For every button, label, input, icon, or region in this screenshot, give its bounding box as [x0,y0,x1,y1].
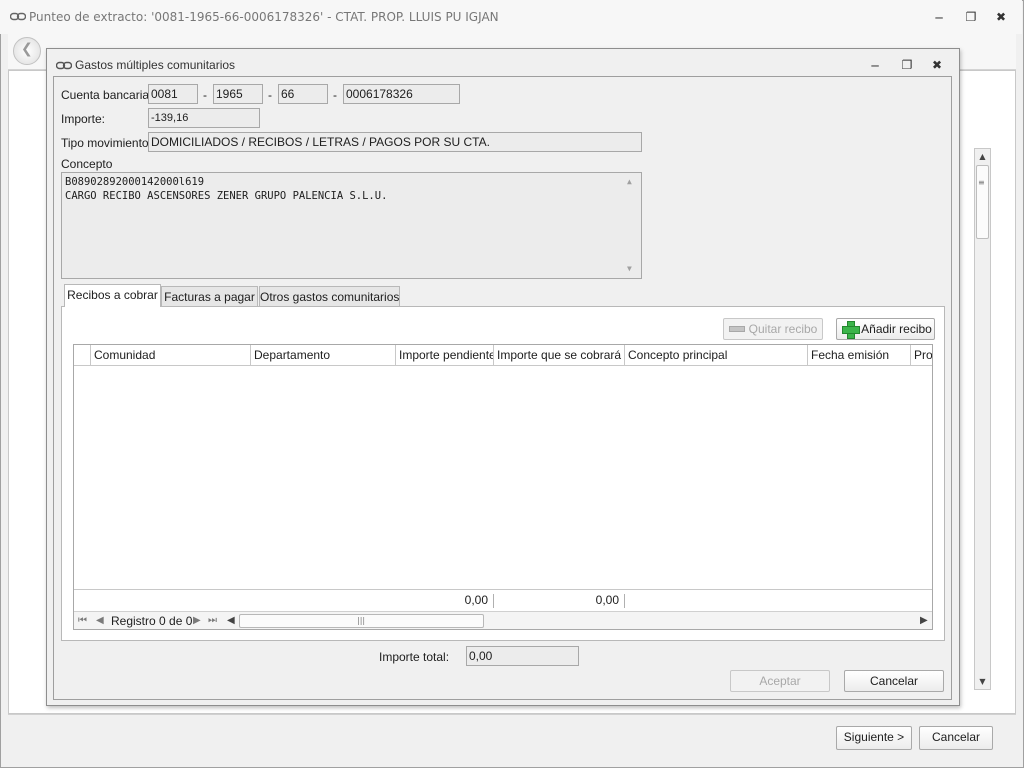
chain-link-icon [56,61,72,70]
horizontal-scrollbar-thumb[interactable]: ||| [239,614,484,628]
total-label: Importe total: [379,650,450,664]
tab-recibos-a-cobrar[interactable]: Recibos a cobrar [64,284,161,307]
separator: - [203,88,207,102]
first-record-icon[interactable]: ⏮ [78,613,87,629]
footer-separator [624,594,625,608]
main-window-title: Punteo de extracto: '0081-1965-66-000617… [29,10,499,24]
chain-link-icon [10,12,26,21]
tab-facturas-a-pagar[interactable]: Facturas a pagar [161,286,258,307]
movement-type-label: Tipo movimiento: [61,136,152,150]
close-icon: ✖ [931,58,943,72]
column-header[interactable]: Importe que se cobrará [494,345,625,366]
main-titlebar: Punteo de extracto: '0081-1965-66-000617… [0,0,1022,34]
accept-button[interactable]: Aceptar [730,670,830,692]
restore-icon: ❐ [965,10,977,24]
scroll-right-arrow-icon[interactable]: ▶ [920,613,928,629]
separator: - [268,88,272,102]
bank-entity-field[interactable]: 0081 [148,84,198,104]
scrollbar-thumb[interactable] [976,165,989,239]
concept-scrollbar[interactable]: ▲ ▼ [625,173,641,278]
bank-account-label: Cuenta bancaria: [61,88,153,102]
next-button[interactable]: Siguiente > [836,726,912,750]
grid-summary-footer: 0,00 0,00 [74,589,932,611]
grip-icon: ||| [357,616,366,625]
receipts-grid[interactable]: Comunidad Departamento Importe pendiente… [73,344,933,630]
scroll-up-arrow-icon[interactable]: ▲ [975,150,990,164]
dialog-restore-button[interactable]: ❐ [896,57,918,73]
remove-receipt-button[interactable]: Quitar recibo [723,318,823,340]
column-header[interactable]: Fecha emisión [808,345,911,366]
restore-button[interactable]: ❐ [960,9,982,25]
record-counter: Registro 0 de 0 [111,614,193,628]
concept-label: Concepto [61,157,113,171]
column-header[interactable]: Departamento [251,345,396,366]
dialog-title: Gastos múltiples comunitarios [75,58,236,72]
back-button[interactable]: ❮ [13,37,41,65]
vertical-scrollbar[interactable]: ▲ ≡ ▼ [974,148,991,690]
bank-dc-field[interactable]: 66 [278,84,328,104]
movement-type-field[interactable]: DOMICILIADOS / RECIBOS / LETRAS / PAGOS … [148,132,642,152]
grid-indicator-column [74,345,91,366]
restore-icon: ❐ [901,58,913,72]
main-cancel-button[interactable]: Cancelar [919,726,993,750]
dialog-cancel-button[interactable]: Cancelar [844,670,944,692]
concept-line: B08902892000142000l619 [65,176,205,188]
bank-account-number-field[interactable]: 0006178326 [343,84,460,104]
column-header[interactable]: Concepto principal [625,345,808,366]
plus-icon [842,321,860,339]
column-header[interactable]: Comunidad [91,345,251,366]
close-icon: ✖ [995,10,1007,24]
grid-header: Comunidad Departamento Importe pendiente… [74,345,932,366]
scroll-left-arrow-icon[interactable]: ◀ [227,613,235,629]
arrow-left-icon: ❮ [21,41,33,57]
last-record-icon[interactable]: ⏭ [208,613,217,629]
add-receipt-button[interactable]: Añadir recibo [836,318,935,340]
dialog-close-button[interactable]: ✖ [926,57,948,73]
scroll-up-arrow-icon[interactable]: ▲ [627,177,632,186]
minus-icon [729,326,745,332]
bank-office-field[interactable]: 1965 [213,84,263,104]
minimize-icon: ─ [935,11,943,25]
add-receipt-label: Añadir recibo [861,322,932,336]
concept-line: CARGO RECIBO ASCENSORES ZENER GRUPO PALE… [65,190,388,202]
column-header[interactable]: Prop [911,345,932,366]
dialog-minimize-button[interactable]: ─ [864,58,886,74]
scroll-down-arrow-icon[interactable]: ▼ [975,675,990,689]
grid-navigator: ⏮ ◀ Registro 0 de 0 ▶ ⏭ ◀ ||| ▶ [74,611,932,629]
total-field[interactable]: 0,00 [466,646,579,666]
amount-field[interactable]: -139,16 [148,108,260,128]
concept-memo[interactable]: B08902892000142000l619 CARGO RECIBO ASCE… [61,172,642,279]
tab-otros-gastos[interactable]: Otros gastos comunitarios [259,286,400,307]
to-collect-total: 0,00 [595,593,619,607]
remove-receipt-label: Quitar recibo [748,322,818,336]
next-record-icon[interactable]: ▶ [193,613,201,629]
amount-label: Importe: [61,112,106,126]
grip-icon: ≡ [978,178,985,187]
minimize-icon: ─ [871,59,879,73]
pending-total: 0,00 [464,593,488,607]
scroll-down-arrow-icon[interactable]: ▼ [627,264,632,273]
column-header[interactable]: Importe pendiente [396,345,494,366]
close-button[interactable]: ✖ [990,9,1012,25]
separator: - [333,88,337,102]
minimize-button[interactable]: ─ [928,10,950,26]
previous-record-icon[interactable]: ◀ [96,613,104,629]
